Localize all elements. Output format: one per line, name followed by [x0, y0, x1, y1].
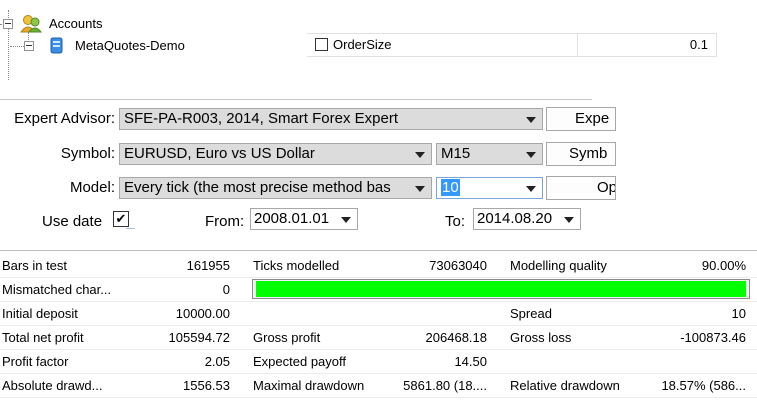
gross-loss-value: -100873.46	[680, 330, 746, 345]
server-icon	[50, 37, 63, 54]
grid-line	[307, 33, 717, 34]
model-label: Model:	[69, 179, 115, 196]
collapse-icon[interactable]	[3, 19, 13, 29]
accounts-icon	[20, 15, 42, 33]
expert-advisor-label: Expert Advisor:	[14, 110, 115, 127]
expert-advisor-select[interactable]: SFE-PA-R003, 2014, Smart Forex Expert	[119, 108, 543, 130]
period-value: M15	[441, 145, 471, 162]
panel-divider	[0, 99, 592, 100]
grid-line	[577, 33, 578, 56]
use-date-label: Use date	[42, 213, 103, 230]
ordersize-checkbox[interactable]	[315, 38, 328, 51]
use-date-checkbox[interactable]: ✔	[113, 211, 129, 227]
chevron-down-icon	[415, 152, 425, 158]
param-name: OrderSize	[333, 37, 392, 52]
chevron-down-icon	[564, 217, 574, 223]
gross-loss-label: Gross loss	[510, 330, 572, 345]
ticks-modelled-value: 73063040	[429, 258, 487, 273]
profit-factor-label: Profit factor	[2, 354, 69, 369]
focus-underline	[126, 228, 135, 229]
symbol-value: EURUSD, Euro vs US Dollar	[124, 145, 315, 162]
period-select[interactable]: M15	[436, 143, 543, 165]
model-select[interactable]: Every tick (the most precise method bas	[119, 177, 432, 199]
absolute-drawdown-value: 1556.53	[183, 378, 230, 393]
spread-result-value: 10	[731, 306, 746, 321]
tree-guide-line	[10, 46, 24, 47]
symbol-properties-label: Symb	[569, 145, 608, 162]
symbol-label: Symbol:	[60, 145, 115, 162]
profit-factor-value: 2.05	[204, 354, 230, 369]
row-separator	[0, 277, 757, 278]
bars-in-test-value: 161955	[186, 258, 230, 273]
total-net-profit-value: 105594.72	[168, 330, 230, 345]
ticks-modelled-label: Ticks modelled	[253, 258, 340, 273]
bars-in-test-label: Bars in test	[2, 258, 68, 273]
tree-demo-server-label[interactable]: MetaQuotes-Demo	[75, 38, 185, 53]
symbol-select[interactable]: EURUSD, Euro vs US Dollar	[119, 143, 432, 165]
relative-drawdown-value: 18.57% (586...	[661, 378, 746, 393]
to-date-picker[interactable]: 2014.08.20	[473, 208, 581, 230]
to-date-value: 2014.08.20	[477, 210, 553, 227]
chevron-down-icon	[341, 217, 351, 223]
expert-advisor-value: SFE-PA-R003, 2014, Smart Forex Expert	[124, 110, 398, 127]
expected-payoff-value: 14.50	[454, 354, 487, 369]
grid-line	[307, 56, 717, 57]
spread-result-label: Spread	[510, 306, 552, 321]
mismatched-charts-value: 0	[222, 282, 230, 297]
row-separator	[0, 325, 757, 326]
gross-profit-value: 206468.18	[425, 330, 487, 345]
spread-value: 10	[441, 179, 460, 196]
collapse-icon[interactable]	[24, 41, 34, 51]
grid-line	[716, 33, 717, 56]
modelling-quality-value: 90.00%	[701, 258, 746, 273]
tree-accounts-label[interactable]: Accounts	[49, 16, 102, 31]
chevron-down-icon	[415, 186, 425, 192]
maximal-drawdown-value: 5861.80 (18....	[403, 378, 487, 393]
row-separator	[0, 373, 757, 374]
modelling-quality-bar-fill	[256, 281, 746, 297]
from-date-picker[interactable]: 2008.01.01	[250, 208, 358, 230]
row-separator	[0, 301, 757, 302]
optimization-properties-label: Op	[597, 179, 616, 196]
model-value: Every tick (the most precise method bas	[124, 179, 391, 196]
maximal-drawdown-label: Maximal drawdown	[253, 378, 365, 393]
symbol-properties-button[interactable]: Symb	[546, 142, 616, 166]
optimization-properties-button[interactable]: Op	[546, 176, 616, 200]
from-date-value: 2008.01.01	[254, 210, 330, 227]
mismatched-charts-label: Mismatched char...	[2, 282, 112, 297]
total-net-profit-label: Total net profit	[2, 330, 84, 345]
row-separator	[0, 397, 757, 398]
gross-profit-label: Gross profit	[253, 330, 321, 345]
results-divider	[0, 250, 757, 251]
relative-drawdown-label: Relative drawdown	[510, 378, 620, 393]
chevron-down-icon	[526, 186, 536, 192]
to-label: To:	[445, 213, 466, 230]
row-separator	[0, 349, 757, 350]
from-label: From:	[205, 213, 245, 230]
param-value[interactable]: 0.1	[640, 37, 708, 52]
spread-select[interactable]: 10	[436, 177, 543, 199]
modelling-quality-bar	[252, 279, 750, 299]
expert-properties-label: Expe	[575, 110, 610, 127]
chevron-down-icon	[526, 152, 536, 158]
initial-deposit-label: Initial deposit	[2, 306, 78, 321]
expected-payoff-label: Expected payoff	[253, 354, 346, 369]
modelling-quality-label: Modelling quality	[510, 258, 607, 273]
absolute-drawdown-label: Absolute drawd...	[2, 378, 103, 393]
expert-properties-button[interactable]: Expe	[546, 107, 616, 131]
initial-deposit-value: 10000.00	[175, 306, 230, 321]
check-icon: ✔	[115, 211, 127, 226]
chevron-down-icon	[526, 117, 536, 123]
